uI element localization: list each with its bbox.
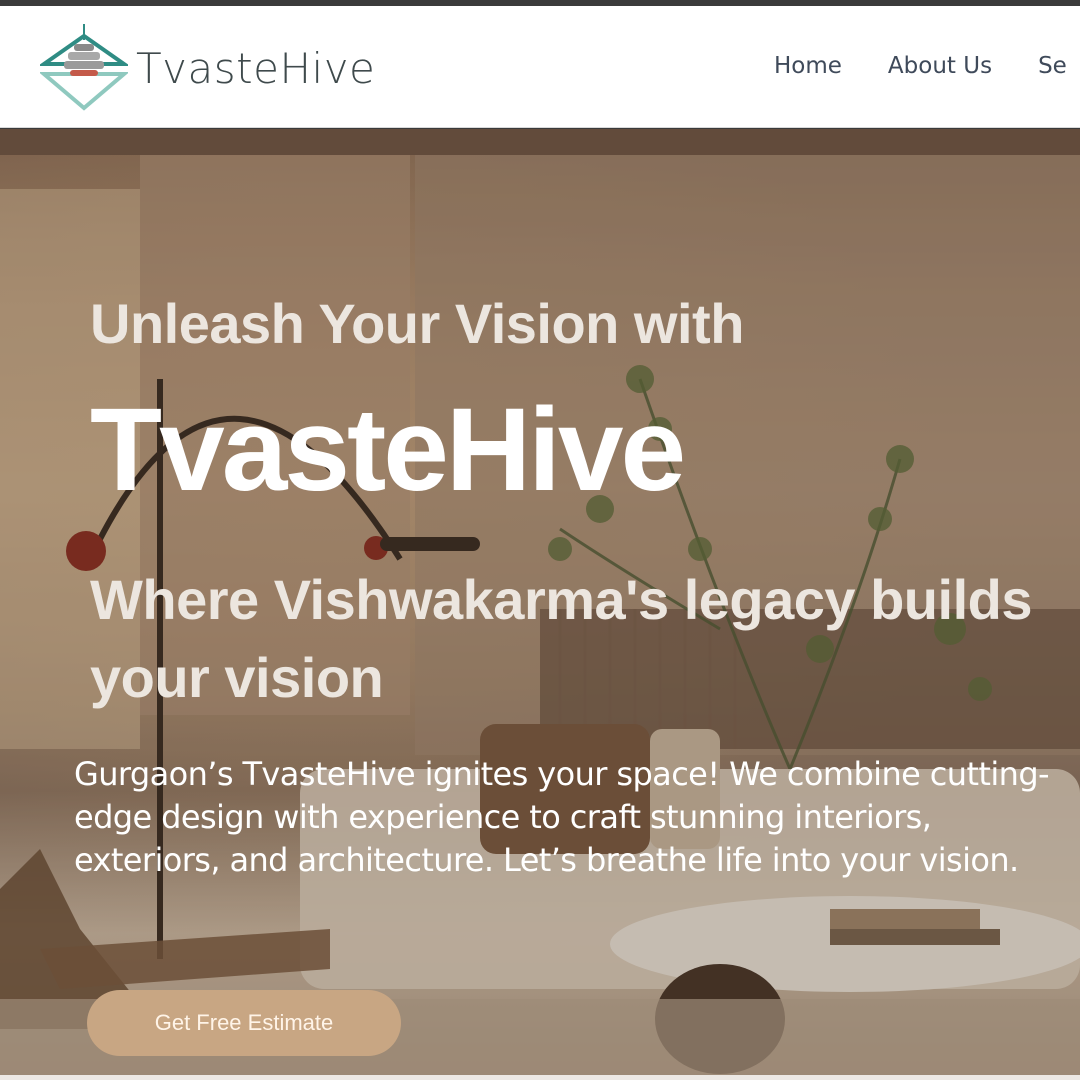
bottom-strip <box>0 1075 1080 1080</box>
hero-section: Unleash Your Vision with TvasteHive Wher… <box>0 129 1080 1075</box>
nav-services[interactable]: Se <box>1038 53 1067 79</box>
hero-heading-line1: Unleash Your Vision with <box>90 292 744 355</box>
get-free-estimate-button[interactable]: Get Free Estimate <box>87 990 401 1056</box>
hero-description: Gurgaon’s TvasteHive ignites your space!… <box>74 755 1050 879</box>
nav-about-us[interactable]: About Us <box>888 53 992 79</box>
hero-brand-heading: TvasteHive <box>90 384 686 516</box>
logo-text: TvasteHive <box>136 43 376 93</box>
nav-home[interactable]: Home <box>774 53 842 79</box>
logo-mark-icon <box>40 24 128 111</box>
logo[interactable]: TvasteHive <box>40 22 375 112</box>
site-header: TvasteHive Home About Us Se <box>0 6 1080 128</box>
hero-tagline: Where Vishwakarma's legacy builds your v… <box>90 568 1032 709</box>
main-nav: Home About Us Se <box>774 53 1080 79</box>
